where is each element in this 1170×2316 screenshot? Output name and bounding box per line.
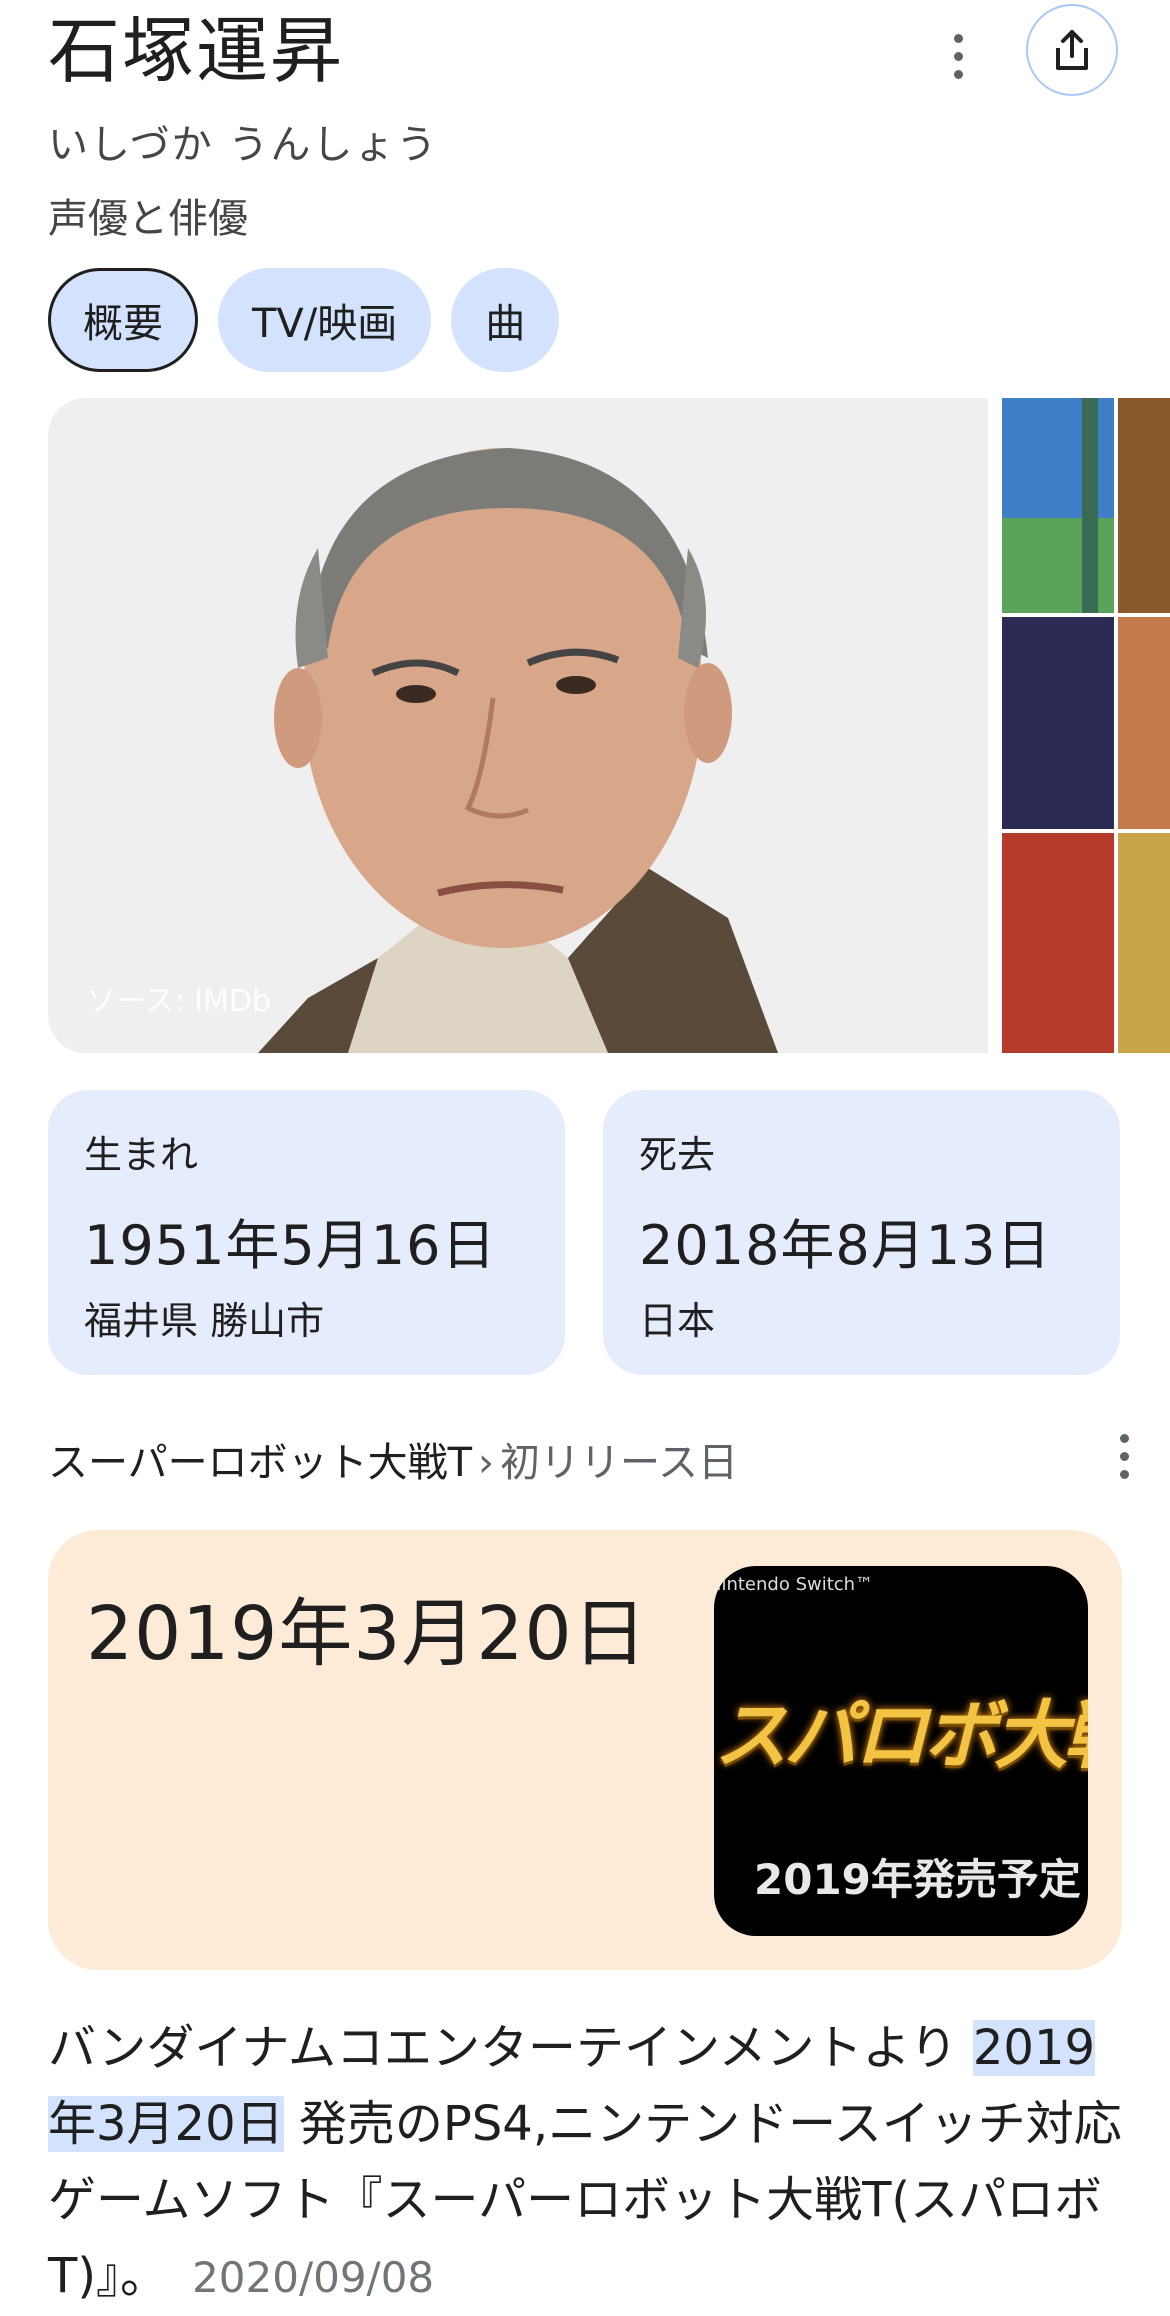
anime-collage-image <box>1002 398 1170 1053</box>
breadcrumb-separator: › <box>478 1440 495 1486</box>
born-date: 1951年5月16日 <box>84 1214 497 1277</box>
page-title: 石塚運昇 <box>48 9 345 93</box>
answer-card[interactable]: 2019年3月20日 Nintendo Switch™ スパロボ大戦T 2019… <box>48 1530 1122 1970</box>
snippet-date: 2020/09/08 <box>192 2253 435 2302</box>
more-dot-icon <box>953 33 963 43</box>
entity-subtitle: 声優と俳優 <box>48 196 248 242</box>
more-dot-icon <box>1119 1451 1129 1461</box>
more-options-button[interactable] <box>930 20 986 92</box>
portrait-image <box>48 398 988 1053</box>
result-more-options-button[interactable] <box>1106 1420 1142 1492</box>
more-dot-icon <box>953 69 963 79</box>
portrait-photo[interactable]: ソース: IMDb <box>48 398 988 1053</box>
result-breadcrumb[interactable]: スーパーロボット大戦T › 初リリース日 <box>48 1430 738 1488</box>
tab-songs[interactable]: 曲 <box>451 268 560 372</box>
name-reading: いしづか うんしょう <box>48 122 439 168</box>
side-thumbnail[interactable] <box>1002 398 1170 1053</box>
died-label: 死去 <box>639 1133 716 1177</box>
snippet-before: バンダイナムコエンターテインメントより <box>48 2020 973 2076</box>
tab-bar: 概要 TV/映画 曲 <box>48 268 560 372</box>
died-place: 日本 <box>639 1299 716 1343</box>
tab-tv-movies[interactable]: TV/映画 <box>218 268 432 372</box>
born-place: 福井県 勝山市 <box>84 1299 325 1343</box>
more-dot-icon <box>953 51 963 61</box>
game-thumbnail[interactable]: Nintendo Switch™ スパロボ大戦T 2019年発売予定 <box>714 1566 1088 1936</box>
more-dot-icon <box>1119 1433 1129 1443</box>
breadcrumb-sub: 初リリース日 <box>500 1440 739 1486</box>
image-source: ソース: IMDb <box>86 984 272 1019</box>
born-card[interactable]: 生まれ 1951年5月16日 福井県 勝山市 <box>48 1090 565 1375</box>
game-logo: スパロボ大戦T <box>714 1693 1088 1779</box>
answer-date: 2019年3月20日 <box>86 1591 648 1677</box>
tab-overview[interactable]: 概要 <box>48 268 198 372</box>
died-card[interactable]: 死去 2018年8月13日 日本 <box>603 1090 1120 1375</box>
share-icon <box>1056 30 1088 70</box>
died-date: 2018年8月13日 <box>639 1214 1052 1277</box>
share-button[interactable] <box>1026 4 1118 96</box>
thumbnail-brand: Nintendo Switch™ <box>714 1574 874 1595</box>
thumbnail-release-text: 2019年発売予定 <box>754 1855 1081 1904</box>
image-gallery: ソース: IMDb <box>48 398 1170 1053</box>
breadcrumb-main: スーパーロボット大戦T <box>48 1440 473 1486</box>
more-dot-icon <box>1119 1469 1129 1479</box>
result-snippet: バンダイナムコエンターテインメントより 2019年3月20日 発売のPS4,ニン… <box>48 2010 1128 2316</box>
born-label: 生まれ <box>84 1133 199 1177</box>
